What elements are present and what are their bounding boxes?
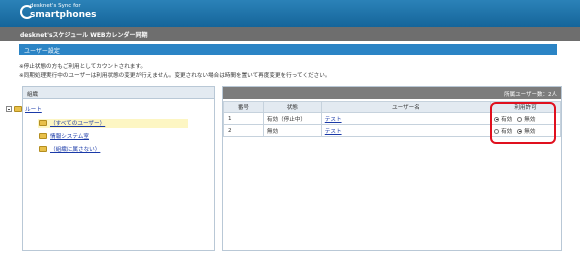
tree-node-root[interactable]: ルート — [6, 105, 66, 114]
radio-enable[interactable] — [494, 116, 500, 122]
row-username-cell: テスト — [320, 124, 492, 137]
subheader-bar: desknet'sスケジュール WEBカレンダー同期 — [0, 27, 580, 41]
user-count-label: 所属ユーザー数：2人 — [504, 92, 557, 98]
org-tree-header: 組織 — [23, 87, 214, 99]
user-table: 番号 状態 ユーザー名 利用許可 1 有効（停止中） テスト 有効 無効 2 無効… — [223, 101, 561, 137]
folder-icon — [39, 120, 47, 126]
folder-icon — [39, 146, 47, 152]
row-status: 無効 — [262, 124, 322, 137]
row-number: 1 — [223, 112, 264, 125]
permission-enable-option[interactable]: 有効 — [494, 116, 513, 123]
tree-all-users-link[interactable]: （すべてのユーザー） — [50, 119, 105, 127]
col-header-permission: 利用許可 — [490, 101, 561, 113]
radio-enable-label: 有効 — [501, 116, 513, 123]
app-header: desknet's Sync for smartphones — [0, 0, 580, 27]
note-line-1: ※停止状態の方もご利用としてカウントされます。 — [19, 64, 147, 70]
radio-enable-label: 有効 — [501, 128, 513, 135]
col-header-username: ユーザー名 — [320, 101, 492, 113]
permission-disable-option[interactable]: 無効 — [517, 116, 536, 123]
tree-node-info-systems[interactable]: 情報システム室 — [38, 132, 138, 141]
col-header-number: 番号 — [223, 101, 264, 113]
tree-node-no-org[interactable]: （組織に属さない） — [38, 145, 138, 154]
username-link[interactable]: テスト — [325, 117, 342, 123]
permission-cell: 有効 無効 — [490, 124, 561, 137]
collapse-icon[interactable] — [6, 106, 12, 112]
table-row: 2 無効 テスト 有効 無効 — [223, 124, 561, 137]
tree-info-systems-link[interactable]: 情報システム室 — [50, 132, 89, 140]
radio-disable[interactable] — [517, 116, 523, 122]
note-line-2: ※同期処理実行中のユーザーは利用状態の変更が行えません。変更されない場合は時間を… — [19, 73, 331, 79]
subheader-title: desknet'sスケジュール WEBカレンダー同期 — [20, 32, 148, 39]
folder-icon — [39, 133, 47, 139]
table-header-row: 番号 状態 ユーザー名 利用許可 — [223, 101, 561, 113]
user-count-bar: 所属ユーザー数：2人 — [223, 87, 561, 99]
tree-root-link[interactable]: ルート — [25, 105, 42, 113]
row-username-cell: テスト — [320, 112, 492, 125]
radio-enable[interactable] — [494, 128, 500, 134]
row-number: 2 — [223, 124, 264, 137]
username-link[interactable]: テスト — [325, 129, 342, 135]
folder-icon — [14, 106, 22, 112]
table-row: 1 有効（停止中） テスト 有効 無効 — [223, 112, 561, 125]
tree-node-all-users[interactable]: （すべてのユーザー） — [38, 119, 188, 128]
logo-line1: desknet's Sync for — [30, 3, 81, 9]
permission-disable-option[interactable]: 無効 — [517, 128, 536, 135]
org-tree-header-label: 組織 — [27, 92, 39, 98]
col-header-status: 状態 — [262, 101, 322, 113]
logo-line2: smartphones — [30, 10, 97, 20]
row-status: 有効（停止中） — [262, 112, 322, 125]
section-title: ユーザー設定 — [24, 48, 60, 55]
radio-disable[interactable] — [517, 128, 523, 134]
section-header: ユーザー設定 — [19, 44, 557, 55]
permission-cell: 有効 無効 — [490, 112, 561, 125]
tree-no-org-link[interactable]: （組織に属さない） — [50, 145, 100, 153]
radio-disable-label: 無効 — [524, 116, 536, 123]
permission-enable-option[interactable]: 有効 — [494, 128, 513, 135]
radio-disable-label: 無効 — [524, 128, 536, 135]
app-logo: desknet's Sync for smartphones — [20, 2, 96, 24]
user-list-panel: 所属ユーザー数：2人 番号 状態 ユーザー名 利用許可 1 有効（停止中） テス… — [222, 86, 562, 251]
